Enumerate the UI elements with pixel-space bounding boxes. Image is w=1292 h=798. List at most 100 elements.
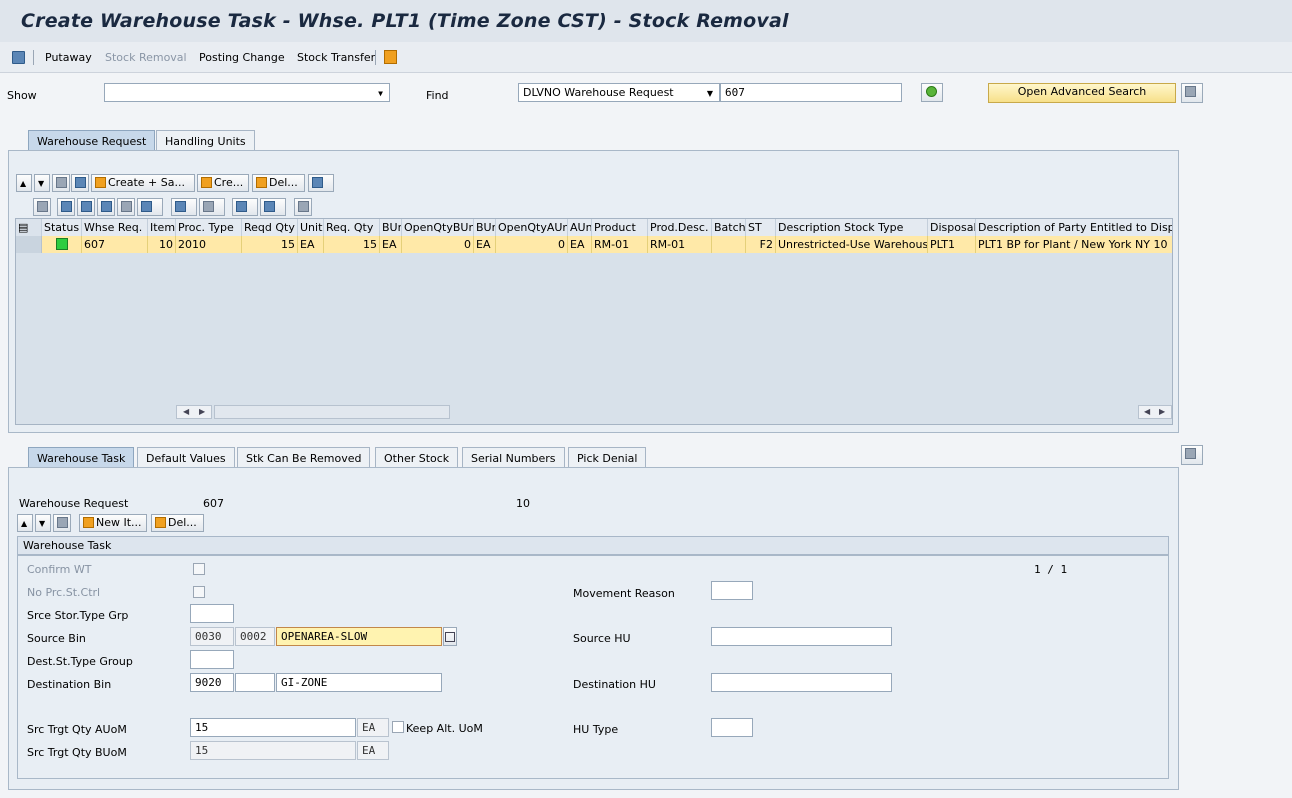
subtotal-button[interactable] xyxy=(199,198,225,216)
show-dropdown[interactable]: ▼ xyxy=(104,83,390,102)
layout-toggle-button-bottom[interactable] xyxy=(1181,445,1203,465)
source-bin-help-button[interactable] xyxy=(443,627,457,646)
layout-toggle-button[interactable] xyxy=(1181,83,1203,103)
col-header[interactable]: AUn xyxy=(568,219,592,236)
col-header[interactable]: BUn xyxy=(380,219,402,236)
delete-button[interactable]: Del... xyxy=(252,174,305,192)
table-cell[interactable]: 0 xyxy=(402,236,474,253)
table-cell[interactable]: RM-01 xyxy=(648,236,712,253)
save-button[interactable] xyxy=(71,174,89,192)
table-cell[interactable]: EA xyxy=(474,236,496,253)
col-header[interactable]: Batch xyxy=(712,219,746,236)
next-task-button[interactable]: ▼ xyxy=(35,514,51,532)
source-bin-input[interactable]: OPENAREA-SLOW xyxy=(276,627,442,646)
arrow-left-icon[interactable]: ◀ xyxy=(183,407,189,416)
menu-icon[interactable] xyxy=(12,51,25,64)
posting-change-button[interactable]: Posting Change xyxy=(199,51,285,64)
table-cell[interactable]: Unrestricted-Use Warehouse xyxy=(776,236,928,253)
table-cell[interactable]: F2 xyxy=(746,236,776,253)
table-cell[interactable]: 15 xyxy=(242,236,298,253)
tab-stk-can-be-removed[interactable]: Stk Can Be Removed xyxy=(237,447,371,468)
tab-handling-units[interactable]: Handling Units xyxy=(156,130,255,151)
movement-reason-input[interactable] xyxy=(711,581,753,600)
hu-type-input[interactable] xyxy=(711,718,753,737)
log-icon[interactable] xyxy=(384,50,397,64)
col-header[interactable]: BUn xyxy=(474,219,496,236)
col-header[interactable]: Disposal xyxy=(928,219,976,236)
dest-bin-input[interactable]: GI-ZONE xyxy=(276,673,442,692)
details-button[interactable] xyxy=(52,174,70,192)
stock-transfer-button[interactable]: Stock Transfer xyxy=(297,51,375,64)
col-header[interactable]: Unit xyxy=(298,219,324,236)
table-cell[interactable]: RM-01 xyxy=(592,236,648,253)
detail-view-button[interactable] xyxy=(33,198,51,216)
new-item-button[interactable]: New It... xyxy=(79,514,147,532)
col-header[interactable]: Product xyxy=(592,219,648,236)
create-button[interactable]: Cre... xyxy=(197,174,249,192)
table-cell[interactable]: 0 xyxy=(496,236,568,253)
delete-task-button[interactable]: Del... xyxy=(151,514,204,532)
col-header[interactable]: Reqd Qty xyxy=(242,219,298,236)
table-cell[interactable]: PLT1 BP for Plant / New York NY 10 xyxy=(976,236,1172,253)
putaway-button[interactable]: Putaway xyxy=(45,51,92,64)
table-cell[interactable]: EA xyxy=(568,236,592,253)
dest-hu-input[interactable] xyxy=(711,673,892,692)
col-header[interactable]: OpenQtyBUn xyxy=(402,219,474,236)
execute-search-button[interactable] xyxy=(921,83,943,102)
table-cell[interactable]: 10 xyxy=(148,236,176,253)
find-value-input[interactable]: 607 xyxy=(720,83,902,102)
table-cell[interactable]: 2010 xyxy=(176,236,242,253)
find-button[interactable] xyxy=(97,198,115,216)
arrow-left-icon[interactable]: ◀ xyxy=(1144,407,1150,416)
row-selector[interactable] xyxy=(16,236,42,253)
source-hu-input[interactable] xyxy=(711,627,892,646)
arrow-right-icon[interactable]: ▶ xyxy=(199,407,205,416)
srce-grp-input[interactable] xyxy=(190,604,234,623)
preview-button[interactable] xyxy=(294,198,312,216)
layout-button[interactable] xyxy=(260,198,286,216)
sort-ascending-button[interactable] xyxy=(57,198,75,216)
dest-grp-input[interactable] xyxy=(190,650,234,669)
table-cell[interactable]: EA xyxy=(380,236,402,253)
col-header[interactable]: Status xyxy=(42,219,82,236)
tab-warehouse-task[interactable]: Warehouse Task xyxy=(28,447,135,468)
col-header[interactable]: Whse Req. xyxy=(82,219,148,236)
filter-button[interactable] xyxy=(137,198,163,216)
tab-warehouse-request[interactable]: Warehouse Request xyxy=(28,130,156,151)
arrow-right-icon[interactable]: ▶ xyxy=(1159,407,1165,416)
confirm-wt-checkbox[interactable] xyxy=(193,563,205,575)
horizontal-scroll-arrows[interactable]: ◀ ▶ xyxy=(176,405,212,419)
table-cell[interactable]: 607 xyxy=(82,236,148,253)
prev-task-button[interactable]: ▲ xyxy=(17,514,33,532)
no-prc-checkbox[interactable] xyxy=(193,586,205,598)
src-qty-auom-input[interactable]: 15 xyxy=(190,718,356,737)
table-cell[interactable]: EA xyxy=(298,236,324,253)
export-button[interactable] xyxy=(232,198,258,216)
horizontal-scroll-arrows-right[interactable]: ◀ ▶ xyxy=(1138,405,1172,419)
table-cell[interactable]: 15 xyxy=(324,236,380,253)
tab-pick-denial[interactable]: Pick Denial xyxy=(568,447,647,468)
col-header[interactable]: OpenQtyAUn xyxy=(496,219,568,236)
find-type-dropdown[interactable]: DLVNO Warehouse Request ▼ xyxy=(518,83,720,102)
scroll-down-button[interactable]: ▼ xyxy=(34,174,50,192)
col-header[interactable]: Proc. Type xyxy=(176,219,242,236)
col-header[interactable]: Prod.Desc. xyxy=(648,219,712,236)
open-advanced-search-button[interactable]: Open Advanced Search xyxy=(988,83,1176,103)
col-header[interactable]: Description of Party Entitled to Dispo xyxy=(976,219,1172,236)
sort-descending-button[interactable] xyxy=(77,198,95,216)
tab-default-values[interactable]: Default Values xyxy=(137,447,235,468)
keep-alt-uom-checkbox[interactable] xyxy=(392,721,404,733)
select-all-icon[interactable]: ▤ xyxy=(16,219,42,236)
scroll-up-button[interactable]: ▲ xyxy=(16,174,32,192)
task-details-button[interactable] xyxy=(53,514,71,532)
horizontal-scrollbar[interactable] xyxy=(214,405,450,419)
table-cell[interactable]: PLT1 xyxy=(928,236,976,253)
tab-serial-numbers[interactable]: Serial Numbers xyxy=(462,447,565,468)
table-cell[interactable] xyxy=(712,236,746,253)
col-header[interactable]: ST xyxy=(746,219,776,236)
dest-bin-section-input[interactable] xyxy=(235,673,275,692)
col-header[interactable]: Req. Qty xyxy=(324,219,380,236)
dest-bin-type-input[interactable]: 9020 xyxy=(190,673,234,692)
create-save-button[interactable]: Create + Sa... xyxy=(91,174,195,192)
tab-other-stock[interactable]: Other Stock xyxy=(375,447,459,468)
